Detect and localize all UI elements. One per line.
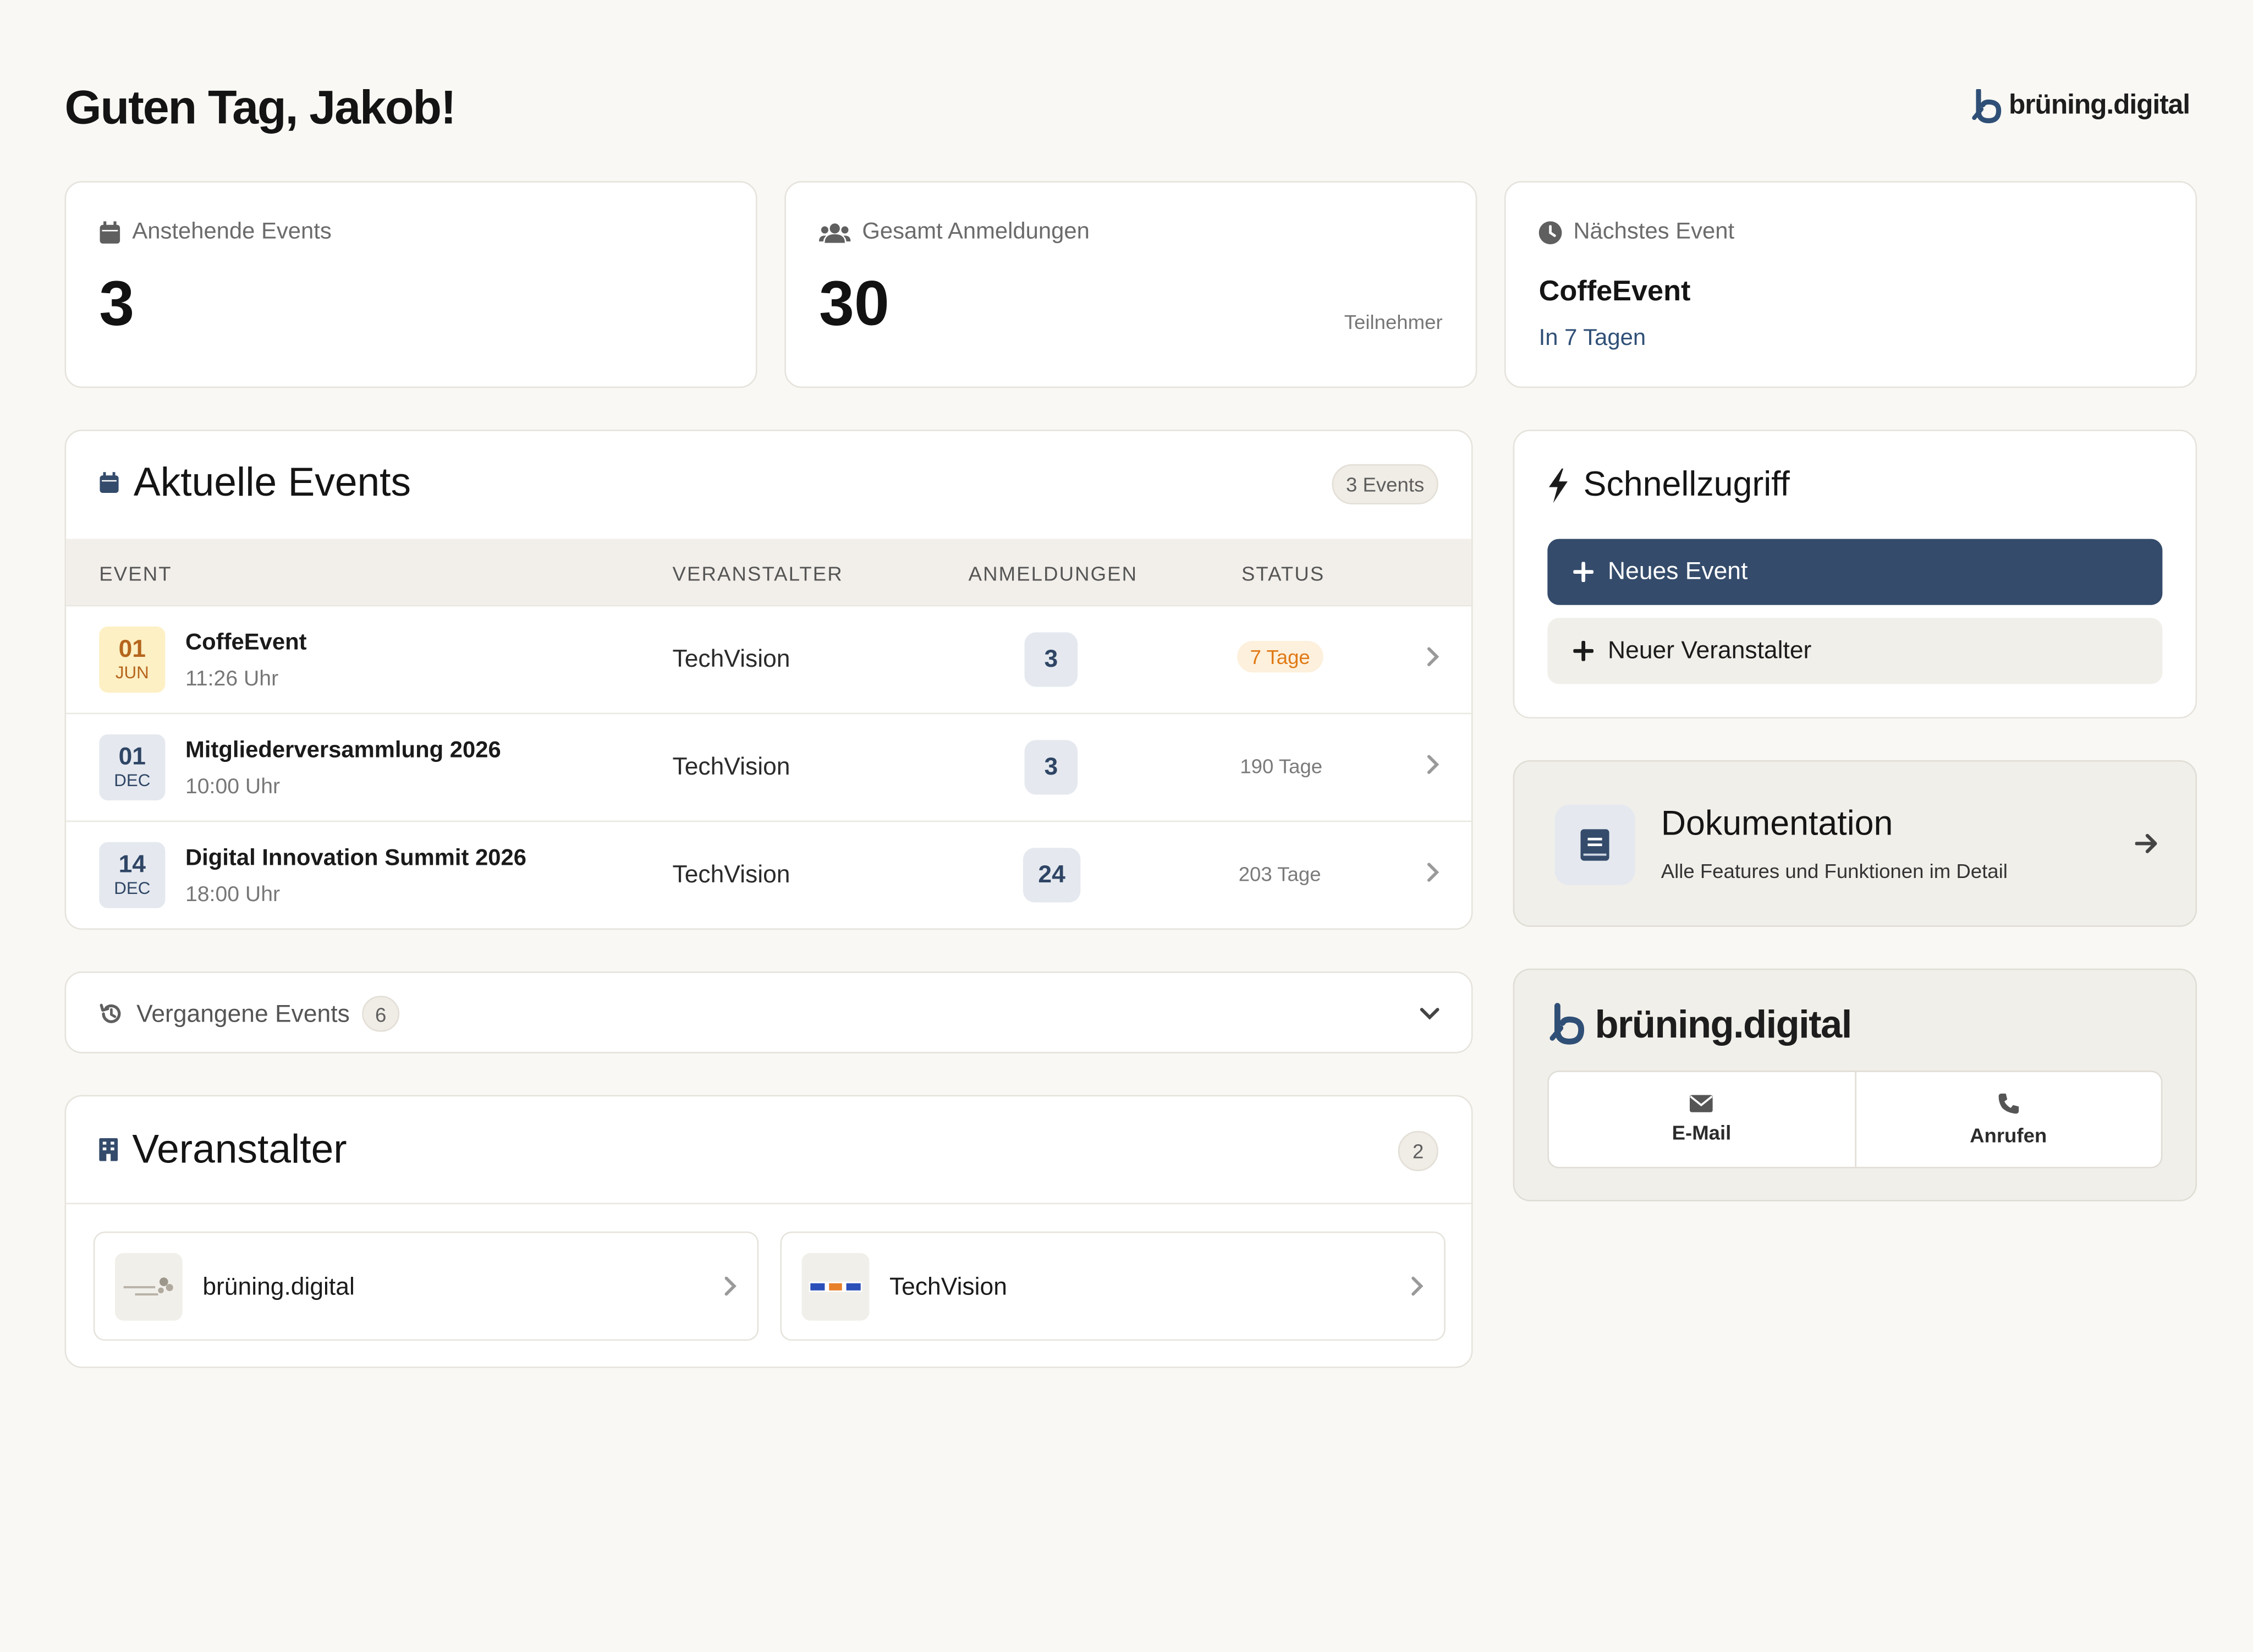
organizer-card[interactable]: brüning.digital bbox=[93, 1231, 759, 1341]
column-header: VERANSTALTER bbox=[672, 562, 843, 585]
mail-icon bbox=[1690, 1095, 1713, 1112]
status-badge: 7 Tage bbox=[1237, 641, 1323, 673]
stat-label: Nächstes Event bbox=[1573, 219, 1735, 245]
plus-icon bbox=[1573, 562, 1593, 582]
event-organizer: TechVision bbox=[672, 860, 790, 888]
event-time: 11:26 Uhr bbox=[185, 667, 279, 691]
past-events-toggle[interactable]: Vergangene Events 6 bbox=[64, 971, 1473, 1053]
organizers-count: 2 bbox=[1398, 1130, 1438, 1171]
documentation-subtitle: Alle Features und Funktionen im Detail bbox=[1661, 859, 2008, 882]
stat-card-next-event[interactable]: Nächstes Event CoffeEvent In 7 Tagen bbox=[1504, 181, 2197, 388]
organizer-card[interactable]: TechVision bbox=[780, 1231, 1446, 1341]
stat-value: 3 bbox=[99, 268, 135, 339]
chevron-down-icon bbox=[1420, 1008, 1439, 1020]
status-text: 190 Tage bbox=[1240, 754, 1323, 778]
registrations-badge: 3 bbox=[1024, 740, 1078, 795]
chevron-right-icon bbox=[1427, 863, 1439, 882]
contact-brand: brüning.digital bbox=[1549, 1002, 1853, 1048]
organizer-name: brüning.digital bbox=[202, 1273, 355, 1301]
chevron-right-icon bbox=[1411, 1276, 1424, 1296]
next-event-countdown: In 7 Tagen bbox=[1538, 326, 1646, 351]
brand-logo[interactable]: brüning.digital bbox=[1971, 89, 2190, 124]
event-date: 01 DEC bbox=[99, 734, 166, 800]
event-organizer: TechVision bbox=[672, 753, 790, 781]
brand-mark-icon bbox=[1549, 1003, 1585, 1045]
event-date: 01 JUN bbox=[99, 626, 166, 693]
new-organizer-button[interactable]: Neuer Veranstalter bbox=[1547, 618, 2163, 684]
status-text: 203 Tage bbox=[1238, 862, 1321, 886]
contact-card: brüning.digital E-Mail Anrufen bbox=[1513, 968, 2197, 1201]
current-events-panel: Aktuelle Events 3 Events EVENT VERANSTAL… bbox=[64, 430, 1473, 930]
dashboard: Guten Tag, Jakob! brüning.digital Ansteh… bbox=[0, 0, 2253, 1652]
column-header: ANMELDUNGEN bbox=[968, 562, 1138, 585]
chevron-right-icon bbox=[1427, 755, 1439, 774]
table-header: EVENT VERANSTALTER ANMELDUNGEN STATUS bbox=[66, 539, 1471, 605]
users-icon bbox=[818, 222, 851, 243]
event-date: 14 DEC bbox=[99, 842, 166, 908]
column-header: STATUS bbox=[1241, 562, 1325, 585]
column-header: EVENT bbox=[99, 562, 172, 585]
new-event-button[interactable]: Neues Event bbox=[1547, 539, 2163, 605]
organizer-name: TechVision bbox=[889, 1273, 1007, 1301]
section-title: Schnellzugriff bbox=[1583, 465, 1790, 504]
organizer-logo bbox=[801, 1253, 870, 1321]
stat-label: Anstehende Events bbox=[132, 219, 332, 245]
event-name: Mitgliederversammlung 2026 bbox=[185, 738, 501, 764]
brand-name: brüning.digital bbox=[2009, 90, 2190, 121]
section-title: Aktuelle Events bbox=[133, 459, 411, 504]
history-icon bbox=[100, 1003, 121, 1023]
chevron-right-icon bbox=[724, 1276, 737, 1296]
phone-icon bbox=[1998, 1093, 2019, 1114]
stat-card-registrations: Gesamt Anmeldungen 30 Teilnehmer bbox=[784, 181, 1477, 388]
table-row[interactable]: 01 JUN CoffeEvent 11:26 Uhr TechVision 3… bbox=[66, 605, 1471, 713]
arrow-right-icon bbox=[2135, 833, 2157, 853]
event-time: 10:00 Uhr bbox=[185, 774, 281, 799]
page-title: Guten Tag, Jakob! bbox=[64, 80, 457, 134]
documentation-card[interactable]: Dokumentation Alle Features und Funktion… bbox=[1513, 760, 2197, 927]
table-row[interactable]: 01 DEC Mitgliederversammlung 2026 10:00 … bbox=[66, 712, 1471, 821]
call-button[interactable]: Anrufen bbox=[1854, 1072, 2161, 1167]
brand-name: brüning.digital bbox=[1595, 1002, 1853, 1046]
past-events-label: Vergangene Events bbox=[136, 1000, 350, 1028]
registrations-badge: 3 bbox=[1024, 632, 1078, 687]
bolt-icon bbox=[1548, 468, 1568, 503]
email-button[interactable]: E-Mail bbox=[1549, 1072, 1854, 1167]
clock-icon bbox=[1538, 221, 1562, 245]
calendar-icon bbox=[100, 221, 120, 244]
next-event-title: CoffeEvent bbox=[1538, 276, 1691, 308]
section-title: Veranstalter bbox=[132, 1126, 347, 1171]
event-organizer: TechVision bbox=[672, 645, 790, 673]
chevron-right-icon bbox=[1427, 647, 1439, 667]
book-icon-tile bbox=[1554, 804, 1635, 886]
plus-icon bbox=[1573, 641, 1593, 661]
table-row[interactable]: 14 DEC Digital Innovation Summit 2026 18… bbox=[66, 820, 1471, 929]
stat-card-upcoming: Anstehende Events 3 bbox=[64, 181, 757, 388]
building-icon bbox=[99, 1138, 118, 1161]
contact-actions: E-Mail Anrufen bbox=[1547, 1071, 2163, 1168]
events-count-badge: 3 Events bbox=[1332, 464, 1438, 504]
quick-access-panel: Schnellzugriff Neues Event Neuer Veranst… bbox=[1513, 430, 2197, 719]
event-name: CoffeEvent bbox=[185, 630, 307, 656]
organizer-logo bbox=[114, 1253, 183, 1321]
stat-label: Gesamt Anmeldungen bbox=[862, 219, 1090, 245]
past-events-count: 6 bbox=[362, 996, 400, 1032]
event-time: 18:00 Uhr bbox=[185, 882, 281, 907]
registrations-badge: 24 bbox=[1023, 848, 1081, 903]
stat-unit: Teilnehmer bbox=[1344, 310, 1443, 334]
brand-mark-icon bbox=[1972, 89, 2002, 123]
event-name: Digital Innovation Summit 2026 bbox=[185, 846, 527, 871]
divider bbox=[66, 1203, 1471, 1205]
stat-value: 30 bbox=[818, 268, 889, 339]
organizers-panel: Veranstalter 2 brüning.digital TechVisio… bbox=[64, 1095, 1473, 1368]
calendar-icon bbox=[100, 472, 119, 493]
documentation-title: Dokumentation bbox=[1661, 804, 1893, 844]
book-icon bbox=[1580, 829, 1609, 861]
